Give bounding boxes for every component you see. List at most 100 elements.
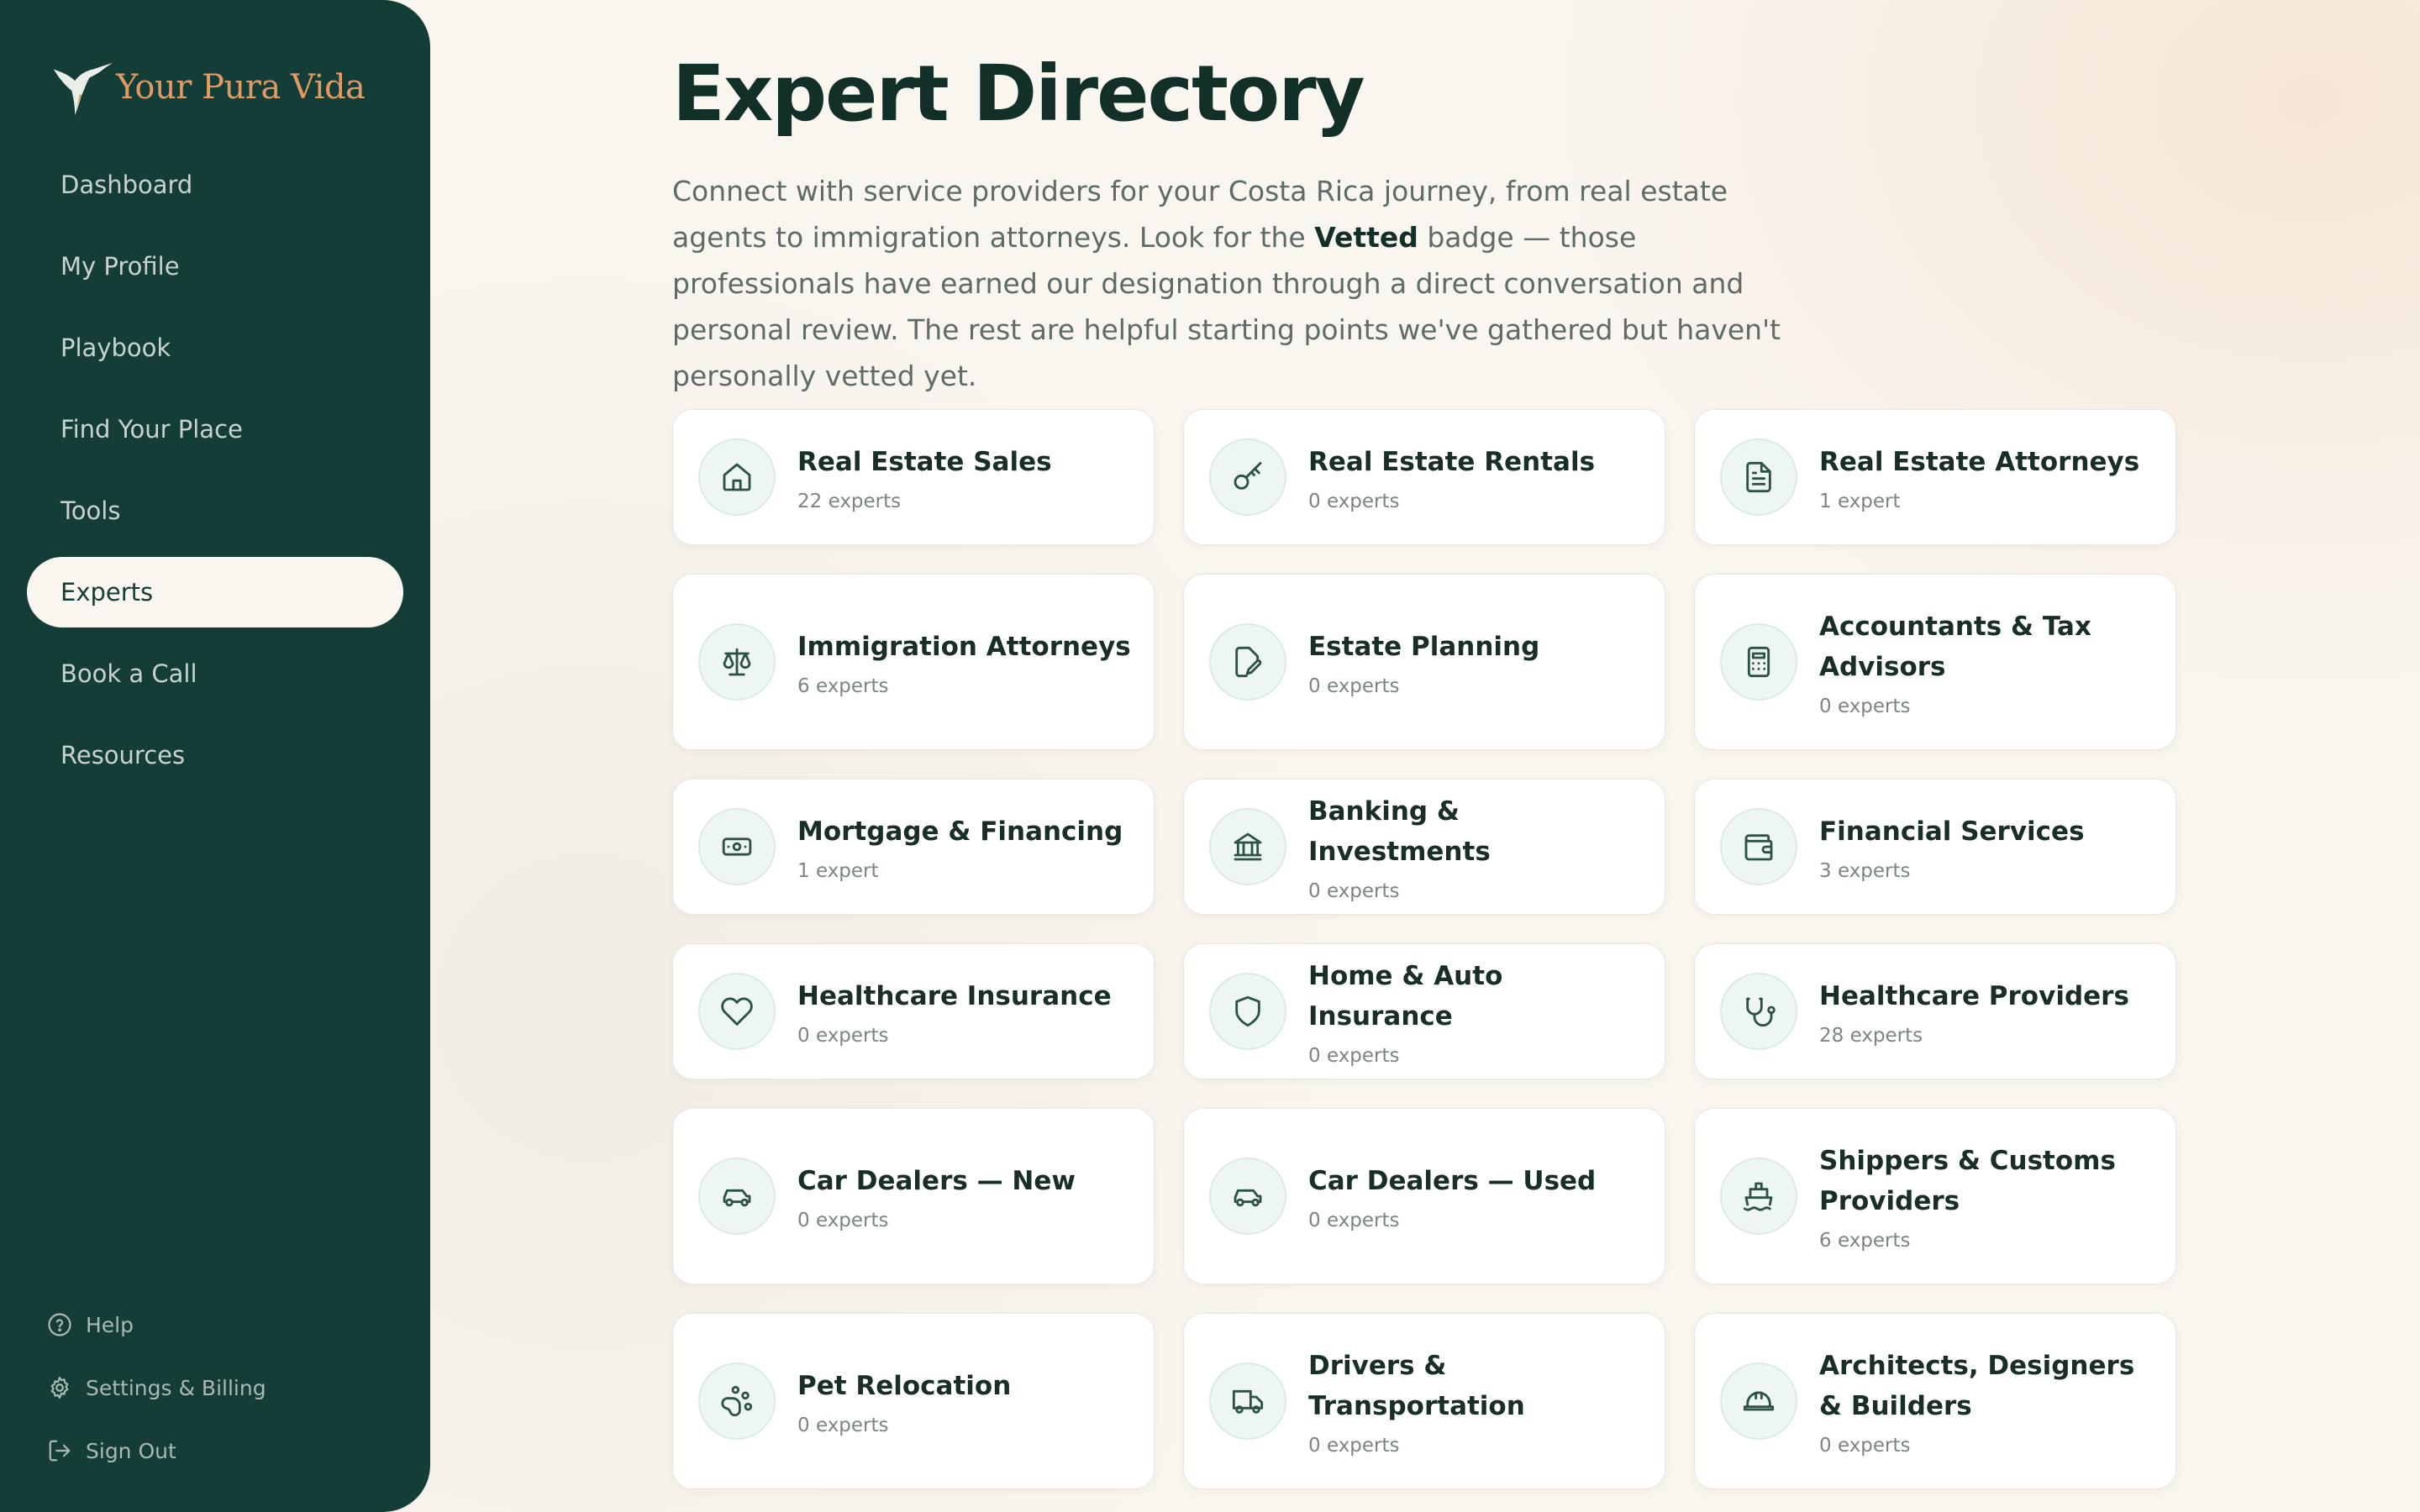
category-card-healthcare-providers[interactable]: Healthcare Providers 28 experts — [1694, 943, 2176, 1079]
category-card-mortgage-financing[interactable]: Mortgage & Financing 1 expert — [672, 779, 1155, 915]
category-card-real-estate-attorneys[interactable]: Real Estate Attorneys 1 expert — [1694, 409, 2176, 545]
category-title: Car Dealers — New — [797, 1166, 1076, 1196]
category-icon-wrap — [1720, 1158, 1797, 1235]
category-card-financial-services[interactable]: Financial Services 3 experts — [1694, 779, 2176, 915]
brand-name: Your Pura Vida — [116, 68, 366, 107]
category-count: 0 experts — [1308, 1210, 1400, 1231]
category-count: 0 experts — [1308, 1435, 1400, 1457]
category-title: Shippers & Customs Providers — [1819, 1146, 2116, 1216]
category-count: 3 experts — [1819, 860, 1911, 882]
category-card-home-auto-insurance[interactable]: Home & Auto Insurance 0 experts — [1183, 943, 1665, 1079]
category-title: Accountants & Tax Advisors — [1819, 612, 2091, 682]
help-link[interactable]: Help — [47, 1309, 400, 1341]
scales-icon — [723, 648, 751, 676]
category-icon-wrap — [1209, 808, 1286, 885]
category-icon-wrap — [1720, 973, 1797, 1050]
hard-hat-icon — [1743, 1391, 1775, 1411]
sidebar-item-my-profile[interactable]: My Profile — [27, 231, 403, 302]
settings-billing-link[interactable]: Settings & Billing — [47, 1372, 400, 1404]
sign-out-label: Sign Out — [86, 1438, 176, 1463]
category-icon-wrap — [1209, 1362, 1286, 1440]
category-card-banking-investments[interactable]: Banking & Investments 0 experts — [1183, 779, 1665, 915]
category-count: 6 experts — [797, 675, 889, 697]
category-card-car-dealers-new[interactable]: Car Dealers — New 0 experts — [672, 1108, 1155, 1284]
category-card-car-dealers-used[interactable]: Car Dealers — Used 0 experts — [1183, 1108, 1665, 1284]
key-icon — [1234, 461, 1262, 490]
category-title: Mortgage & Financing — [797, 816, 1123, 847]
category-card-real-estate-rentals[interactable]: Real Estate Rentals 0 experts — [1183, 409, 1665, 545]
category-title: Healthcare Insurance — [797, 981, 1112, 1011]
category-icon-wrap — [698, 1158, 776, 1235]
category-icon-wrap — [1720, 623, 1797, 701]
category-card-shippers-customs-providers[interactable]: Shippers & Customs Providers 6 experts — [1694, 1108, 2176, 1284]
sidebar-item-experts[interactable]: Experts — [27, 557, 403, 627]
category-count: 0 experts — [1819, 696, 1911, 717]
house-icon — [723, 463, 751, 491]
hummingbird-logo-icon — [53, 62, 113, 116]
brand-logo[interactable]: Your Pura Vida — [49, 52, 366, 123]
category-count: 0 experts — [797, 1415, 889, 1436]
category-title: Estate Planning — [1308, 632, 1540, 662]
category-card-immigration-attorneys[interactable]: Immigration Attorneys 6 experts — [672, 574, 1155, 750]
category-count: 0 experts — [797, 1025, 889, 1047]
category-icon-wrap — [1720, 438, 1797, 516]
category-icon-wrap — [698, 808, 776, 885]
sidebar-item-label: Book a Call — [60, 659, 197, 688]
sidebar-item-label: Tools — [60, 496, 121, 525]
sidebar-item-resources[interactable]: Resources — [27, 720, 403, 790]
category-icon-wrap — [1209, 438, 1286, 516]
sidebar: Your Pura Vida Dashboard My Profile Play… — [0, 0, 430, 1512]
category-title: Drivers & Transportation — [1308, 1351, 1525, 1421]
car-icon — [723, 1189, 751, 1207]
category-count: 28 experts — [1819, 1025, 1923, 1047]
vetted-badge-term: Vetted — [1314, 221, 1418, 254]
category-icon-wrap — [698, 438, 776, 516]
category-icon-wrap — [698, 623, 776, 701]
car-icon — [1234, 1189, 1262, 1207]
category-card-healthcare-insurance[interactable]: Healthcare Insurance 0 experts — [672, 943, 1155, 1079]
bank-icon — [1234, 832, 1262, 861]
sidebar-item-book-a-call[interactable]: Book a Call — [27, 638, 403, 709]
sign-out-link[interactable]: Sign Out — [47, 1435, 400, 1467]
category-card-architects-designers-builders[interactable]: Architects, Designers & Builders 0 expert… — [1694, 1313, 2176, 1489]
category-card-estate-planning[interactable]: Estate Planning 0 experts — [1183, 574, 1665, 750]
category-title: Pet Relocation — [797, 1371, 1012, 1401]
category-title: Architects, Designers & Builders — [1819, 1351, 2135, 1421]
sidebar-item-label: Playbook — [60, 333, 171, 362]
category-count: 0 experts — [1308, 675, 1400, 697]
category-card-accountants-tax-advisors[interactable]: Accountants & Tax Advisors 0 experts — [1694, 574, 2176, 750]
sidebar-nav: Dashboard My Profile Playbook Find Your … — [27, 150, 403, 801]
help-circle-icon — [48, 1313, 71, 1336]
page-intro: Connect with service providers for your … — [672, 168, 1781, 399]
stethoscope-icon — [1746, 997, 1776, 1027]
category-title: Healthcare Providers — [1819, 981, 2129, 1011]
category-title: Banking & Investments — [1308, 796, 1491, 867]
category-title: Real Estate Rentals — [1308, 447, 1596, 477]
category-icon-wrap — [698, 1362, 776, 1440]
banknote-icon — [722, 837, 752, 856]
category-count: 0 experts — [1308, 491, 1400, 512]
category-icon-wrap — [1720, 1362, 1797, 1440]
category-count: 6 experts — [1819, 1230, 1911, 1252]
sign-out-icon — [49, 1440, 71, 1462]
sidebar-item-label: Find Your Place — [60, 415, 243, 444]
category-card-pet-relocation[interactable]: Pet Relocation 0 experts — [672, 1313, 1155, 1489]
category-title: Home & Auto Insurance — [1308, 961, 1503, 1032]
category-icon-wrap — [1209, 1158, 1286, 1235]
category-card-drivers-transportation[interactable]: Drivers & Transportation 0 experts — [1183, 1313, 1665, 1489]
sidebar-footer: Help Settings & Billing Sign Out — [47, 1309, 400, 1498]
category-title: Real Estate Attorneys — [1819, 447, 2140, 477]
wallet-icon — [1744, 834, 1773, 861]
calculator-icon — [1747, 646, 1770, 678]
ship-icon — [1743, 1182, 1773, 1211]
sidebar-item-playbook[interactable]: Playbook — [27, 312, 403, 383]
sidebar-item-tools[interactable]: Tools — [27, 475, 403, 546]
category-count: 0 experts — [1308, 880, 1400, 902]
sidebar-item-dashboard[interactable]: Dashboard — [27, 150, 403, 220]
paw-icon — [721, 1385, 753, 1417]
category-card-real-estate-sales[interactable]: Real Estate Sales 22 experts — [672, 409, 1155, 545]
heart-icon — [721, 997, 753, 1026]
sidebar-item-find-your-place[interactable]: Find Your Place — [27, 394, 403, 465]
category-count: 1 expert — [797, 860, 879, 882]
truck-icon — [1232, 1389, 1264, 1414]
